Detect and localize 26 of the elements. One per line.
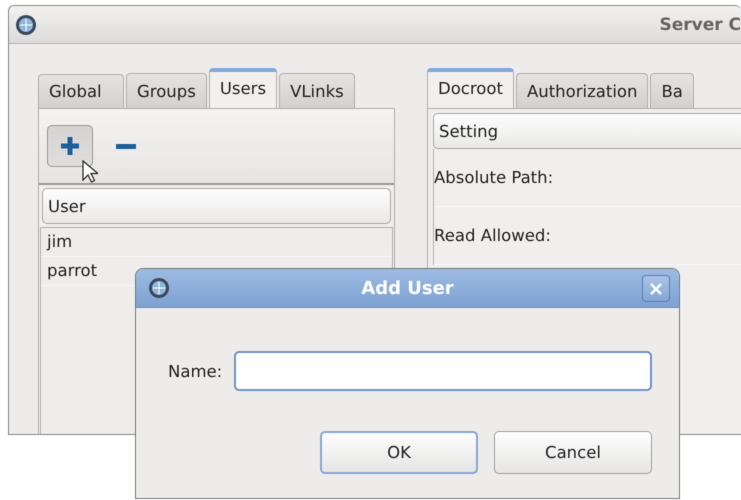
column-header[interactable]: Setting [433,113,741,149]
close-icon [649,282,663,296]
tab[interactable]: Ba [650,73,694,108]
minus-icon [116,144,136,148]
app-icon [148,277,170,299]
setting-label: Read Allowed: [434,207,741,265]
tab[interactable]: Users [208,68,278,108]
dialog-button[interactable]: OK [320,431,478,474]
setting-label: Absolute Path: [434,149,741,207]
name-input-field[interactable] [234,351,652,391]
close-button[interactable] [642,275,670,302]
column-header[interactable]: User [42,188,391,224]
tab[interactable]: Groups [126,73,207,108]
tab[interactable]: Global [38,74,124,108]
field-label: Name: [168,362,222,380]
dialog-title: Add User [361,278,454,298]
mouse-cursor-icon [82,160,98,184]
window-title: Server C [659,14,741,34]
tab[interactable]: Docroot [427,68,514,108]
add-button[interactable] [47,125,93,167]
dialog-button[interactable]: Cancel [494,431,652,474]
app-icon [15,14,37,36]
plus-icon [60,136,80,156]
tab[interactable]: Authorization [516,73,648,108]
list-item[interactable]: jim [41,228,392,257]
tab[interactable]: VLinks [279,73,355,108]
